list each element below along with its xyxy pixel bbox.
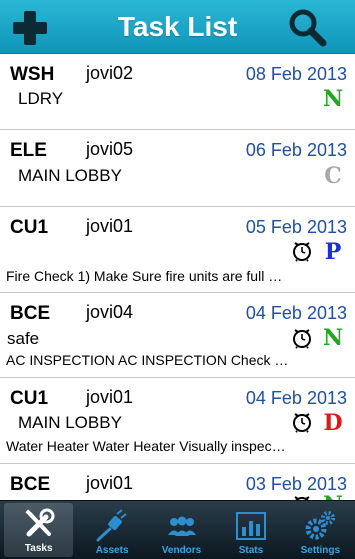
alarm-clock-icon [293,413,311,433]
alarm-clock-icon [293,242,311,262]
task-code: ELE [10,140,47,161]
gears-icon [305,511,336,540]
task-user: jovi04 [86,302,134,322]
tab-label: Stats [238,545,264,556]
task-date: 04 Feb 2013 [245,303,347,323]
status-badge: N [322,86,344,112]
task-row[interactable]: CU1 jovi01 05 Feb 2013 P Fire Check 1) M… [0,207,355,293]
task-description: AC INSPECTION AC INSPECTION Check … [6,352,289,368]
task-date: 06 Feb 2013 [245,140,347,160]
task-user: jovi01 [86,216,134,236]
tab-label: Assets [95,545,129,556]
chart-icon [235,512,266,540]
task-row[interactable]: BCE jovi04 04 Feb 2013 safe N AC INSPECT… [0,293,355,378]
task-user: jovi01 [86,387,134,407]
task-row[interactable]: ELE jovi05 06 Feb 2013 MAIN LOBBY C [0,130,355,207]
alarm-clock-icon [293,329,311,349]
search-icon [289,9,327,47]
task-code: BCE [10,303,51,324]
status-badge: N [322,325,344,351]
task-location: MAIN LOBBY [18,413,122,432]
tab-stats[interactable]: Stats [216,501,285,559]
tab-label: Settings [300,545,341,556]
tab-assets[interactable]: Assets [77,501,146,559]
tab-settings[interactable]: Settings [286,501,355,559]
status-badge: D [323,410,343,436]
task-location: safe [7,329,40,348]
task-user: jovi01 [86,473,134,493]
task-date: 05 Feb 2013 [245,217,347,237]
task-code: WSH [10,64,55,85]
status-badge: C [324,163,342,189]
task-user: jovi02 [86,63,134,83]
tab-vendors[interactable]: Vendors [147,501,216,559]
task-row[interactable]: CU1 jovi01 04 Feb 2013 MAIN LOBBY D Wate… [0,378,355,464]
task-row[interactable]: BCE jovi01 03 Feb 2013 safe N [0,464,355,500]
task-code: CU1 [10,217,49,238]
task-code: CU1 [10,388,49,409]
tab-tasks[interactable]: Tasks [4,503,74,557]
people-icon [167,516,196,536]
task-location: MAIN LOBBY [18,166,122,185]
tab-label: Vendors [161,545,202,556]
task-date: 04 Feb 2013 [245,388,347,408]
header-bar: Task List [0,0,355,54]
task-row[interactable]: WSH jovi02 08 Feb 2013 LDRY N [0,54,355,130]
tools-icon [25,508,55,537]
task-description: Fire Check 1) Make Sure fire units are f… [6,268,283,284]
task-date: 08 Feb 2013 [245,64,347,84]
task-user: jovi05 [86,139,134,159]
status-badge: P [324,239,342,265]
tab-bar: Tasks Assets Vendors Stats Settings [0,500,355,559]
task-list: WSH jovi02 08 Feb 2013 LDRY N ELE jovi05… [0,54,355,500]
task-description: Water Heater Water Heater Visually inspe… [6,438,286,454]
plug-icon [96,509,127,542]
task-location: LDRY [18,89,64,108]
tab-label: Tasks [24,543,53,554]
task-code: BCE [10,474,51,495]
status-badge: N [321,492,345,500]
search-button[interactable] [285,6,329,50]
